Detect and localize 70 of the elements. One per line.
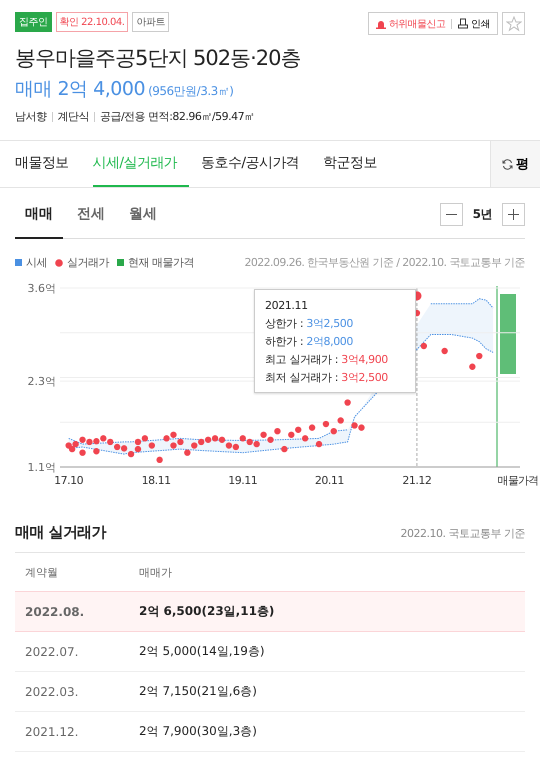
- sale-price: 매매 2억 4,000: [15, 77, 146, 102]
- trade-point: [344, 399, 351, 406]
- tab[interactable]: 동호수/공시가격: [201, 141, 312, 187]
- tab[interactable]: 매매: [15, 191, 63, 239]
- tab[interactable]: 전세: [67, 191, 115, 239]
- report-button[interactable]: 허위매물신고: [376, 16, 446, 30]
- table-cell: 2021.12.: [15, 712, 137, 752]
- owner-tag: 집주인: [15, 12, 52, 32]
- trade-point: [469, 364, 476, 370]
- trade-point: [79, 449, 86, 456]
- tab[interactable]: 월세: [119, 191, 167, 239]
- unit-toggle-button[interactable]: 평: [490, 141, 540, 187]
- x-axis-label: 20.11: [314, 474, 344, 487]
- trade-point: [441, 348, 448, 354]
- print-button[interactable]: 인쇄: [458, 16, 490, 30]
- increase-button[interactable]: [502, 202, 525, 226]
- table-cell: 2억 7,900(30일,3층): [137, 712, 525, 752]
- tooltip-row-text: 상한가 : 3억2,500: [265, 316, 354, 332]
- property-type-tag: 아파트: [132, 12, 169, 32]
- trade-point: [476, 352, 482, 360]
- trade-point: [93, 448, 100, 454]
- refresh-icon: [502, 158, 513, 170]
- trade-point: [281, 446, 288, 452]
- property-detail: 공급/전용 면적:82.96㎡/59.47㎡: [100, 109, 255, 124]
- offer-axis-label: 매물가격: [498, 474, 538, 487]
- legend-label: 현재 매물가격: [128, 255, 194, 270]
- trade-point: [337, 417, 344, 424]
- x-axis-label: 18.11: [142, 474, 171, 487]
- property-detail: 계단식: [58, 109, 89, 124]
- column-header: 계약월: [15, 553, 137, 592]
- listing-title: 봉우마을주공5단지 502동·20층: [15, 45, 302, 72]
- table-cell: 2억 7,150(21일,6층): [137, 672, 525, 712]
- trade-point: [420, 342, 428, 350]
- section-title: 매매 실거래가: [15, 523, 106, 542]
- table-cell: 2억 6,500(23일,11층): [137, 592, 525, 632]
- column-header: 매매가: [137, 553, 525, 592]
- price-per-area: (956만원/3.3㎡): [148, 83, 234, 100]
- star-icon: [506, 16, 522, 32]
- x-axis-label: 21.12: [402, 474, 432, 487]
- x-axis-label: 19.11: [228, 474, 258, 487]
- siren-icon: [376, 18, 386, 28]
- table-cell: 2022.08.: [15, 592, 137, 632]
- table-cell: 2022.03.: [15, 672, 137, 712]
- legend-label: 실거래가: [67, 255, 109, 270]
- data-source-note: 2022.10. 국토교통부 기준: [400, 526, 525, 541]
- tooltip-title: 2021.11: [265, 298, 309, 314]
- table-cell: 2억 5,000(14일,19층): [137, 632, 525, 672]
- y-axis-label: 2.3억: [28, 375, 56, 388]
- y-axis-label: 3.6억: [28, 282, 56, 295]
- period-label: 5년: [472, 206, 492, 222]
- table-cell: 2022.07.: [15, 632, 137, 672]
- tooltip-row-text: 최고 실거래가 : 3억4,900: [265, 352, 389, 368]
- data-source-note: 2022.09.26. 한국부동산원 기준 / 2022.10. 국토교통부 기준: [244, 255, 525, 270]
- tab[interactable]: 매물정보: [15, 141, 81, 187]
- printer-icon: [458, 18, 468, 29]
- trade-point: [308, 424, 316, 431]
- y-axis-label: 1.1억: [28, 461, 56, 474]
- tooltip-row-text: 하한가 : 2억8,000: [265, 334, 354, 350]
- tooltip-row-text: 최저 실거래가 : 3억2,500: [265, 370, 389, 386]
- legend-label: 시세: [26, 255, 47, 270]
- trade-point: [156, 456, 163, 464]
- decrease-button[interactable]: [440, 202, 463, 226]
- plus-icon: [508, 208, 519, 220]
- trade-point: [274, 428, 281, 434]
- trade-point: [302, 435, 308, 442]
- tab[interactable]: 학군정보: [323, 141, 389, 187]
- confirmed-date-tag: 확인 22.10.04.: [56, 12, 128, 32]
- x-axis-label: 17.10: [54, 474, 84, 487]
- property-detail: 남서향: [15, 109, 46, 124]
- trade-point: [316, 440, 322, 448]
